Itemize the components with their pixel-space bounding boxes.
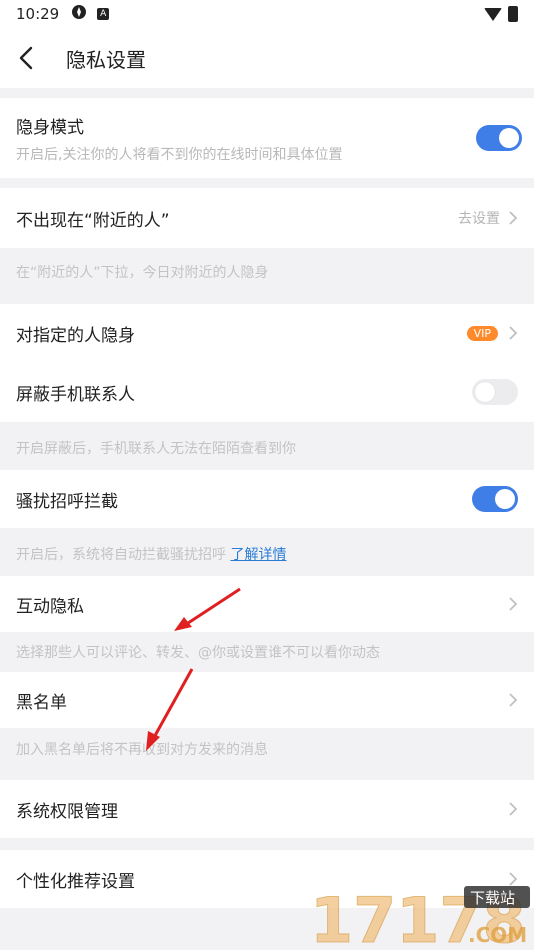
chevron-right-icon [509,211,518,225]
vip-badge: VIP [466,325,498,341]
personalized-recommendation-label: 个性化推荐设置 [16,871,135,892]
nearby-people-label: 不出现在“附近的人” [16,210,170,231]
chevron-right-icon [509,597,518,611]
incognito-mode-row[interactable]: 隐身模式 开启后,关注你的人将看不到你的在线时间和具体位置 [0,98,534,178]
page-title: 隐私设置 [66,47,146,72]
incognito-mode-label: 隐身模式 [16,117,84,138]
a-notification-icon: A [97,8,110,20]
block-contacts-note: 开启屏蔽后，手机联系人无法在陌陌查看到你 [16,441,296,457]
blacklist-label: 黑名单 [16,692,67,713]
toggle-knob [499,128,519,148]
nearby-people-action: 去设置 [458,211,500,227]
interaction-privacy-label: 互动隐私 [16,596,84,617]
system-permissions-row[interactable]: 系统权限管理 [0,780,534,838]
app-notification-icon [71,4,87,24]
incognito-mode-description: 开启后,关注你的人将看不到你的在线时间和具体位置 [16,146,343,163]
interaction-privacy-note: 选择那些人可以评论、转发、@你或设置谁不可以看你动态 [16,645,380,661]
header: 隐私设置 [0,28,534,88]
back-icon[interactable] [0,28,56,88]
wifi-icon [484,7,502,21]
hide-from-specific-row[interactable]: 对指定的人隐身 VIP [0,304,534,362]
learn-more-link[interactable]: 了解详情 [230,547,286,563]
nearby-people-row[interactable]: 不出现在“附近的人” 去设置 [0,188,534,248]
annotation-arrow-icon [174,587,241,631]
harass-block-row[interactable]: 骚扰招呼拦截 [0,470,534,528]
site-watermark-logo: 17178 下载站 .COM [304,880,534,950]
chevron-right-icon [509,802,518,816]
harass-block-note-text: 开启后，系统将自动拦截骚扰招呼 [16,547,226,563]
chevron-right-icon [509,326,518,340]
block-contacts-toggle[interactable] [472,379,518,405]
annotation-arrow-icon [146,668,194,751]
harass-block-toggle[interactable] [472,486,518,512]
status-time: 10:29 [16,5,60,23]
battery-icon [508,6,518,22]
chevron-right-icon [509,693,518,707]
watermark-domain: .COM [468,923,527,947]
hide-from-specific-label: 对指定的人隐身 [16,325,135,346]
harass-block-label: 骚扰招呼拦截 [16,491,118,512]
blacklist-row[interactable]: 黑名单 [0,672,534,728]
interaction-privacy-row[interactable]: 互动隐私 [0,576,534,632]
harass-block-note: 开启后，系统将自动拦截骚扰招呼 了解详情 [16,544,286,564]
toggle-knob [495,489,515,509]
status-bar: 10:29 A [0,0,534,28]
system-permissions-label: 系统权限管理 [16,801,118,822]
toggle-knob [475,382,495,402]
block-contacts-row[interactable]: 屏蔽手机联系人 [0,362,534,422]
block-contacts-label: 屏蔽手机联系人 [16,384,135,405]
watermark-site: 下载站 [470,889,515,907]
incognito-mode-toggle[interactable] [476,125,522,151]
nearby-people-note: 在“附近的人”下拉，今日对附近的人隐身 [16,265,269,281]
